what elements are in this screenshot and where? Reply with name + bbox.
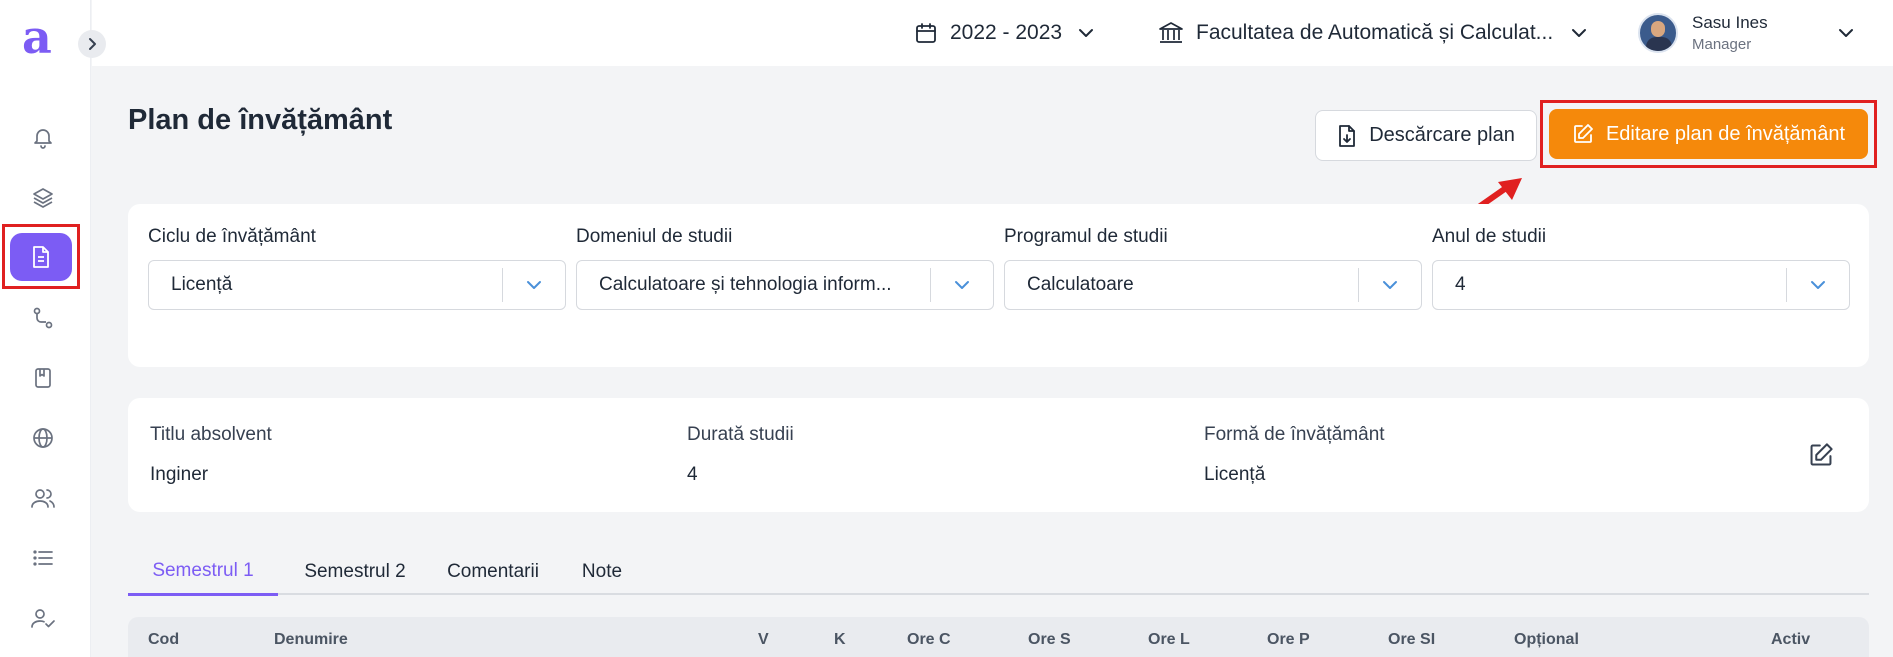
globe-icon <box>33 428 53 448</box>
notifications-nav[interactable] <box>10 113 76 163</box>
filter-cycle-value: Licență <box>171 274 233 295</box>
user-check-nav[interactable] <box>10 593 76 643</box>
academic-year-label: 2022 - 2023 <box>950 21 1063 44</box>
filter-program-value: Calculatoare <box>1027 274 1134 295</box>
filter-year: Anul de studii 4 <box>1432 226 1850 310</box>
filters-card: Ciclu de învățământ Licență Domeniul de … <box>128 204 1869 367</box>
semester-tabs: Semestrul 1 Semestrul 2 Comentarii Note <box>128 548 1869 596</box>
edit-plan-button[interactable]: Editare plan de învățământ <box>1549 109 1868 159</box>
tab-semester-2[interactable]: Semestrul 2 <box>291 548 419 595</box>
study-form-value: Licență <box>1204 464 1266 485</box>
chevron-down-icon[interactable] <box>1359 280 1421 290</box>
edit-plan-highlight: Editare plan de învățământ <box>1540 100 1877 168</box>
faculty-label: Facultatea de Automatică și Calculat... <box>1196 21 1554 44</box>
graduate-title-label: Titlu absolvent <box>150 424 272 445</box>
filter-domain-value: Calculatoare și tehnologia inform... <box>599 274 892 295</box>
sidebar-expand-button[interactable] <box>78 30 106 58</box>
chevron-down-icon[interactable] <box>931 280 993 290</box>
edit-icon <box>1574 124 1593 143</box>
chevron-right-icon <box>89 38 96 50</box>
column-header-v[interactable]: V <box>758 631 769 649</box>
column-header-code[interactable]: Cod <box>148 631 179 649</box>
faculty-selector[interactable]: Facultatea de Automatică și Calculat... <box>1158 0 1587 66</box>
academic-year-selector[interactable]: 2022 - 2023 <box>914 0 1094 66</box>
chevron-down-icon <box>1838 29 1853 37</box>
duration-value: 4 <box>687 464 698 485</box>
edit-info-button[interactable] <box>1808 442 1834 472</box>
edit-plan-label: Editare plan de învățământ <box>1605 122 1846 145</box>
chevron-down-icon[interactable] <box>1787 280 1849 290</box>
tab-semester-1[interactable]: Semestrul 1 <box>128 548 278 596</box>
column-header-active[interactable]: Activ <box>1771 631 1810 649</box>
chevron-down-icon[interactable] <box>503 280 565 290</box>
filter-domain-select[interactable]: Calculatoare și tehnologia inform... <box>576 260 994 310</box>
chevron-down-icon <box>1079 29 1094 37</box>
book-icon <box>35 368 51 388</box>
filter-year-value: 4 <box>1455 274 1466 295</box>
graduate-title-value: Inginer <box>150 464 209 485</box>
bell-icon <box>34 129 52 149</box>
filter-year-label: Anul de studii <box>1432 226 1547 247</box>
list-nav[interactable] <box>10 533 76 583</box>
route-nav[interactable] <box>10 293 76 343</box>
sidebar: a <box>0 0 91 657</box>
column-header-k[interactable]: K <box>834 631 846 649</box>
institution-icon <box>1159 22 1183 43</box>
duration-label: Durată studii <box>687 424 794 445</box>
filter-cycle-select[interactable]: Licență <box>148 260 566 310</box>
program-info-card: Titlu absolvent Inginer Durată studii 4 … <box>128 398 1869 512</box>
app-logo[interactable]: a <box>22 14 52 60</box>
user-check-icon <box>31 609 55 628</box>
filter-domain-label: Domeniul de studii <box>576 226 733 247</box>
layers-nav[interactable] <box>10 173 76 223</box>
chevron-down-icon <box>1572 29 1587 37</box>
page-title: Plan de învățământ <box>128 104 393 136</box>
column-header-name[interactable]: Denumire <box>274 631 348 649</box>
top-bar: 2022 - 2023 Facultatea de Automatică și … <box>92 0 1893 66</box>
file-download-icon <box>1339 124 1356 147</box>
user-role: Manager <box>1692 36 1752 53</box>
column-header-course-hours[interactable]: Ore C <box>907 631 951 649</box>
list-icon <box>33 550 53 566</box>
courses-table-header: Cod Denumire V K Ore C Ore S Ore L Ore P… <box>128 617 1869 657</box>
study-form-label: Formă de învățământ <box>1204 424 1385 445</box>
route-icon <box>33 307 53 329</box>
filter-cycle-label: Ciclu de învățământ <box>148 226 316 247</box>
tab-notes[interactable]: Note <box>568 548 636 595</box>
column-header-individual-hours[interactable]: Ore SI <box>1388 631 1435 649</box>
book-nav[interactable] <box>10 353 76 403</box>
globe-nav[interactable] <box>10 413 76 463</box>
column-header-optional[interactable]: Opțional <box>1514 631 1579 649</box>
filter-domain: Domeniul de studii Calculatoare și tehno… <box>576 226 994 310</box>
column-header-project-hours[interactable]: Ore P <box>1267 631 1310 649</box>
filter-year-select[interactable]: 4 <box>1432 260 1850 310</box>
user-name: Sasu Ines <box>1692 13 1768 32</box>
user-menu[interactable]: Sasu Ines Manager <box>1638 0 1854 66</box>
tab-comments[interactable]: Comentarii <box>433 548 553 595</box>
users-nav[interactable] <box>10 473 76 523</box>
filter-program-label: Programul de studii <box>1004 226 1168 247</box>
document-icon <box>33 245 49 268</box>
avatar <box>1638 13 1678 53</box>
download-plan-button[interactable]: Descărcare plan <box>1315 110 1537 161</box>
column-header-seminar-hours[interactable]: Ore S <box>1028 631 1071 649</box>
edit-icon <box>1810 443 1833 466</box>
column-header-lab-hours[interactable]: Ore L <box>1148 631 1190 649</box>
filter-program-select[interactable]: Calculatoare <box>1004 260 1422 310</box>
study-plan-nav[interactable] <box>2 224 80 289</box>
filter-cycle: Ciclu de învățământ Licență <box>148 226 566 310</box>
download-plan-label: Descărcare plan <box>1369 124 1515 146</box>
users-icon <box>31 489 55 508</box>
filter-program: Programul de studii Calculatoare <box>1004 226 1422 310</box>
layers-icon <box>33 188 53 208</box>
calendar-icon <box>916 23 936 43</box>
